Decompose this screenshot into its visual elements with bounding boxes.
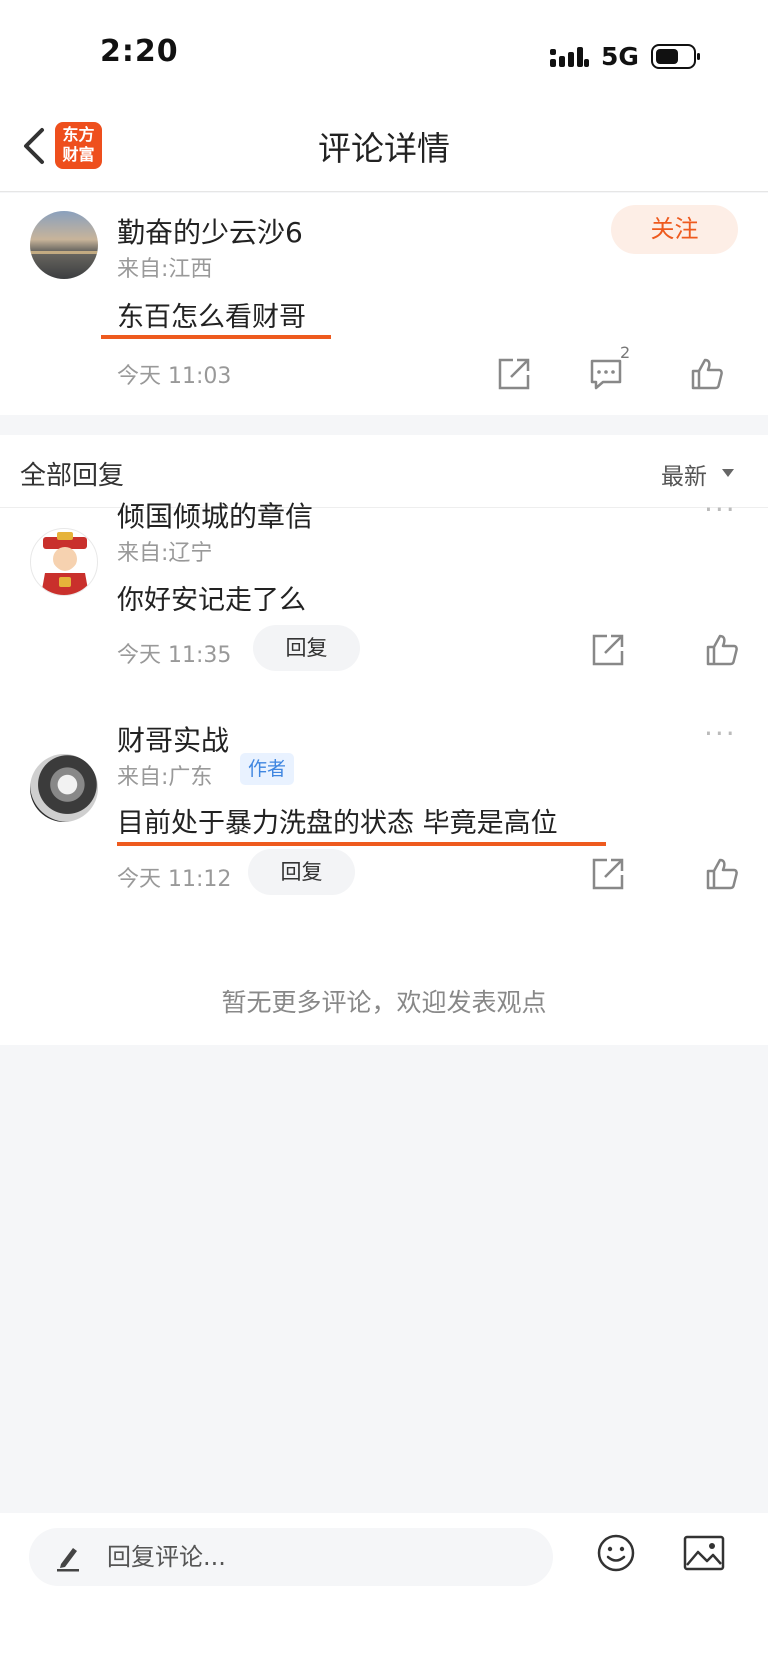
username[interactable]: 财哥实战 xyxy=(117,719,229,759)
comment-count-badge: 2 xyxy=(620,343,631,362)
share-icon[interactable] xyxy=(497,357,531,391)
nav-header: 东方 财富 评论详情 xyxy=(0,100,768,192)
emoji-icon[interactable] xyxy=(596,1533,636,1573)
avatar[interactable] xyxy=(30,754,98,822)
like-icon[interactable] xyxy=(690,357,724,391)
section-gap xyxy=(0,415,768,435)
cartoon-avatar-icon xyxy=(41,532,89,595)
reply-text: 你好安记走了么 xyxy=(117,585,306,616)
reply-time: 今天 11:35 xyxy=(117,643,232,668)
bottom-input-bar xyxy=(0,1513,768,1667)
follow-button[interactable]: 关注 xyxy=(611,205,738,254)
share-icon[interactable] xyxy=(591,857,625,891)
reply-button[interactable]: 回复 xyxy=(253,625,360,671)
pen-icon xyxy=(57,1548,79,1572)
main-comment-card: 勤奋的少云沙6 来自:江西 关注 东百怎么看财哥 今天 11:03 2 xyxy=(0,193,768,415)
reply-input-box[interactable] xyxy=(29,1528,553,1586)
battery-icon xyxy=(651,44,700,69)
divider xyxy=(0,507,768,508)
comment-icon[interactable] xyxy=(589,357,623,391)
reply-text: 目前处于暴力洗盘的状态 毕竟是高位 xyxy=(117,808,558,839)
status-time: 2:20 xyxy=(100,34,179,69)
signal-icon xyxy=(550,47,589,67)
avatar[interactable] xyxy=(30,528,98,596)
comment-time: 今天 11:03 xyxy=(117,364,232,389)
replies-section: 全部回复 最新 倾国倾城的章信 来自:辽宁 ··· 你好安记走了么 今天 11:… xyxy=(0,435,768,1045)
status-bar: 2:20 5G xyxy=(0,0,768,100)
page-title: 评论详情 xyxy=(318,129,450,168)
highlight-underline xyxy=(101,335,331,339)
reply-button[interactable]: 回复 xyxy=(248,849,355,895)
location-text: 来自:广东 xyxy=(117,765,213,790)
share-icon[interactable] xyxy=(591,633,625,667)
more-options-icon[interactable]: ··· xyxy=(704,493,737,526)
replies-title: 全部回复 xyxy=(20,461,125,491)
like-icon[interactable] xyxy=(705,633,739,667)
username[interactable]: 倾国倾城的章信 xyxy=(117,495,313,535)
sort-dropdown[interactable]: 最新 xyxy=(661,457,707,491)
location-text: 来自:辽宁 xyxy=(117,541,213,566)
network-label: 5G xyxy=(601,42,639,71)
no-more-comments-text: 暂无更多评论，欢迎发表观点 xyxy=(221,988,547,1017)
username[interactable]: 勤奋的少云沙6 xyxy=(117,211,303,251)
image-icon[interactable] xyxy=(683,1535,725,1571)
caret-down-icon[interactable] xyxy=(722,469,734,477)
author-badge: 作者 xyxy=(240,753,294,785)
location-text: 来自:江西 xyxy=(117,257,213,282)
comment-text: 东百怎么看财哥 xyxy=(117,302,306,333)
more-options-icon[interactable]: ··· xyxy=(704,717,737,750)
highlight-underline xyxy=(117,842,606,846)
reply-input[interactable] xyxy=(107,1528,527,1586)
like-icon[interactable] xyxy=(705,857,739,891)
avatar[interactable] xyxy=(30,211,98,279)
reply-time: 今天 11:12 xyxy=(117,867,232,892)
